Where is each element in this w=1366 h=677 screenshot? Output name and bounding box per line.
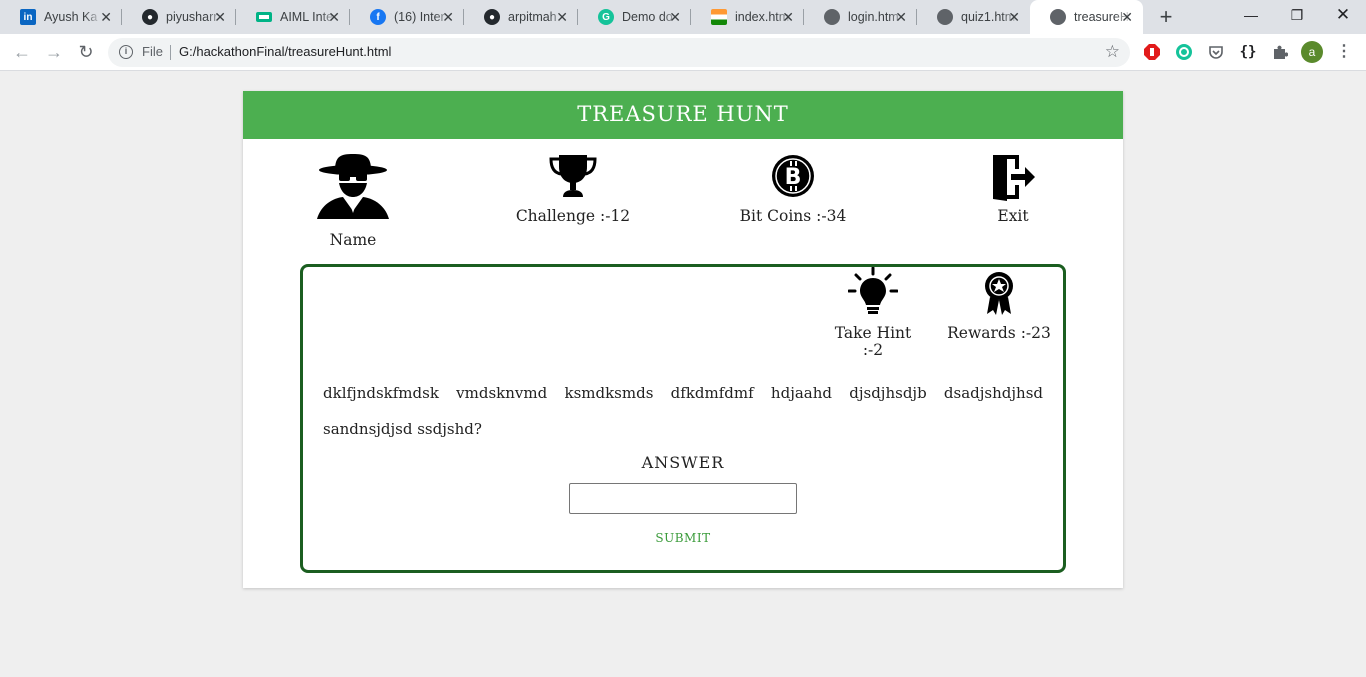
restore-button[interactable]: ❐: [1274, 0, 1320, 30]
india-flag-icon: [711, 9, 727, 25]
rewards-label: Rewards :-23: [947, 324, 1051, 342]
adblock-icon[interactable]: [1142, 42, 1162, 62]
player-name-stat: Name: [283, 153, 423, 249]
browser-tab[interactable]: index.htm ✕: [691, 0, 804, 34]
close-icon[interactable]: ✕: [1121, 9, 1133, 25]
browser-tab-strip: in Ayush Ka ✕ ● piyusharr ✕ AIML Inte ✕ …: [0, 0, 1366, 34]
question-panel: Take Hint :-2 Rewards :-23 dklfjndskfmds…: [300, 264, 1066, 573]
info-icon[interactable]: i: [119, 45, 133, 59]
exit-button[interactable]: Exit: [943, 153, 1083, 225]
browser-tab[interactable]: login.htm ✕: [804, 0, 917, 34]
aiml-icon: [256, 12, 272, 22]
browser-tab[interactable]: ● arpitmah ✕: [464, 0, 578, 34]
name-label: Name: [329, 231, 377, 249]
hint-count: :-2: [862, 341, 884, 359]
exit-label[interactable]: Exit: [943, 207, 1083, 225]
answer-input[interactable]: [569, 483, 797, 514]
close-icon[interactable]: ✕: [442, 9, 454, 25]
exit-door-icon: [993, 155, 1035, 201]
trophy-icon: [549, 155, 597, 197]
award-ribbon-icon: [985, 272, 1013, 315]
grammarly-icon: G: [598, 9, 614, 25]
treasure-hunt-card: TREASURE HUNT Name Challenge :-12 B Bit …: [243, 91, 1123, 588]
close-icon[interactable]: ✕: [556, 9, 568, 25]
bitcoins-label: Bit Coins :-34: [739, 207, 847, 225]
close-icon[interactable]: ✕: [782, 9, 794, 25]
browser-toolbar: ← → ↻ i File G:/hackathonFinal/treasureH…: [0, 34, 1366, 71]
back-button[interactable]: ←: [10, 40, 34, 64]
github-icon: ●: [142, 9, 158, 25]
question-text: dklfjndskfmdsk vmdsknvmd ksmdksmds dfkdm…: [323, 384, 1043, 438]
svg-text:B: B: [785, 165, 802, 190]
challenge-label: Challenge :-12: [515, 207, 631, 225]
facebook-icon: f: [370, 9, 386, 25]
close-icon[interactable]: ✕: [669, 9, 681, 25]
answer-label: ANSWER: [641, 453, 725, 472]
browser-tab[interactable]: f (16) Inter ✕: [350, 0, 464, 34]
globe-icon: [824, 9, 840, 25]
extensions-puzzle-icon[interactable]: [1270, 42, 1290, 62]
github-icon: ●: [484, 9, 500, 25]
close-icon[interactable]: ✕: [328, 9, 340, 25]
close-icon[interactable]: ✕: [895, 9, 907, 25]
json-formatter-icon[interactable]: {}: [1238, 42, 1258, 62]
linkedin-icon: in: [20, 9, 36, 25]
page-title: TREASURE HUNT: [243, 91, 1123, 139]
forward-button[interactable]: →: [42, 40, 66, 64]
spy-icon: [317, 154, 389, 219]
browser-tab[interactable]: G Demo do ✕: [578, 0, 691, 34]
tab-title: Ayush Ka: [44, 10, 98, 24]
challenge-stat: Challenge :-12: [503, 153, 643, 225]
new-tab-button[interactable]: +: [1154, 5, 1178, 29]
close-icon[interactable]: ✕: [214, 9, 226, 25]
reload-button[interactable]: ↻: [74, 40, 98, 64]
scheme-label: File: [142, 44, 163, 59]
close-icon[interactable]: ✕: [1008, 9, 1020, 25]
bitcoin-icon: B: [772, 155, 814, 197]
submit-button[interactable]: SUBMIT: [633, 531, 733, 545]
address-bar[interactable]: i File G:/hackathonFinal/treasureHunt.ht…: [108, 38, 1130, 67]
rewards-stat: Rewards :-23: [939, 267, 1059, 342]
grammarly-icon[interactable]: [1174, 42, 1194, 62]
close-icon[interactable]: ✕: [100, 9, 112, 25]
take-hint-label[interactable]: Take Hint: [813, 324, 933, 342]
take-hint-button[interactable]: Take Hint :-2: [813, 267, 933, 358]
browser-tab[interactable]: quiz1.htm ✕: [917, 0, 1030, 34]
profile-avatar[interactable]: a: [1301, 41, 1323, 63]
pocket-icon[interactable]: [1206, 42, 1226, 62]
url-text[interactable]: G:/hackathonFinal/treasureHunt.html: [179, 44, 391, 59]
close-window-button[interactable]: ✕: [1320, 0, 1366, 30]
browser-tab[interactable]: in Ayush Ka ✕: [0, 0, 122, 34]
globe-icon: [937, 9, 953, 25]
globe-icon: [1050, 9, 1066, 25]
lightbulb-icon: [848, 267, 898, 314]
star-icon[interactable]: ☆: [1105, 42, 1120, 62]
browser-tab[interactable]: ● piyusharr ✕: [122, 0, 236, 34]
menu-kebab-icon[interactable]: ⋮: [1336, 41, 1352, 63]
bitcoins-stat: B Bit Coins :-34: [723, 153, 863, 225]
browser-tab-active[interactable]: treasureH ✕: [1030, 0, 1143, 34]
minimize-button[interactable]: —: [1228, 0, 1274, 30]
browser-tab[interactable]: AIML Inte ✕: [236, 0, 350, 34]
